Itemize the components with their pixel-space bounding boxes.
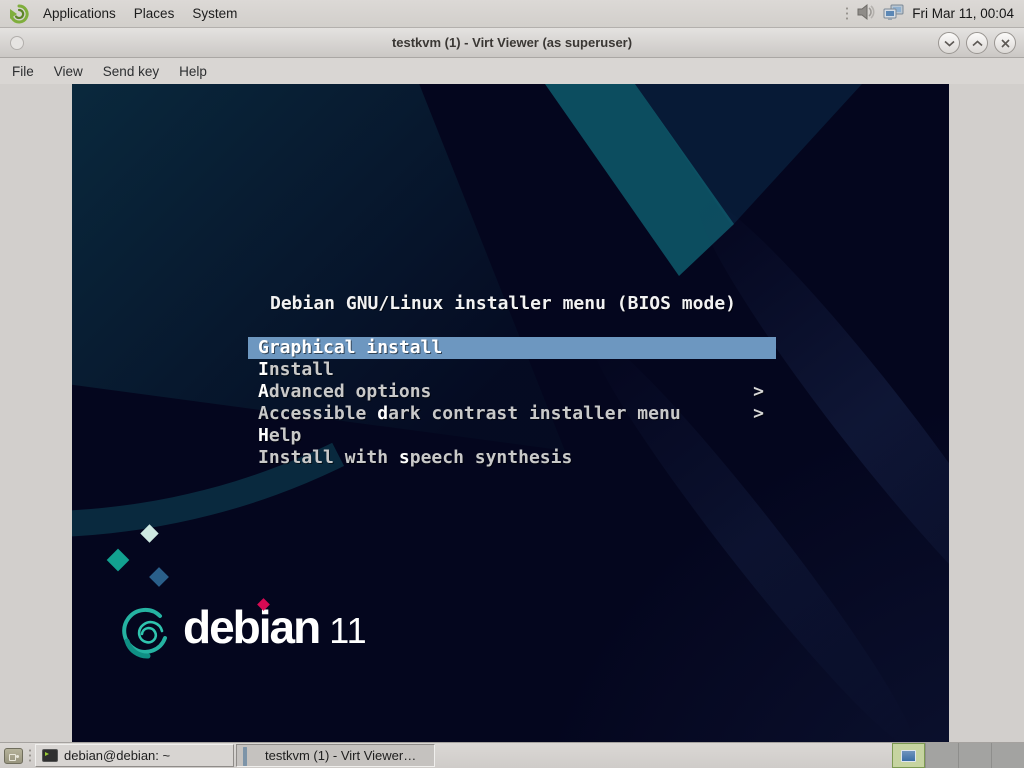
menu-view[interactable]: View bbox=[44, 60, 93, 83]
workspace-3[interactable] bbox=[958, 743, 991, 768]
submenu-arrow-icon: > bbox=[753, 403, 764, 425]
workspace-2[interactable] bbox=[925, 743, 958, 768]
task-button-virt-viewer[interactable]: testkvm (1) - Virt Viewer… bbox=[236, 744, 435, 767]
label-hotkey: H bbox=[258, 425, 269, 446]
menu-send-key[interactable]: Send key bbox=[93, 60, 169, 83]
label-segment: Install with bbox=[258, 447, 399, 468]
close-button[interactable] bbox=[994, 32, 1016, 54]
panel-clock[interactable]: Fri Mar 11, 00:04 bbox=[912, 6, 1018, 21]
virt-viewer-titlebar[interactable]: testkvm (1) - Virt Viewer (as superuser) bbox=[0, 28, 1024, 58]
show-desktop-icon bbox=[4, 748, 23, 764]
window-controls bbox=[938, 32, 1016, 54]
installer-item-label: Accessible dark contrast installer menu bbox=[258, 403, 681, 425]
workspace-switcher bbox=[892, 743, 1024, 768]
monitor-icon bbox=[243, 749, 259, 762]
installer-item-install[interactable]: Install bbox=[248, 359, 776, 381]
label-segment: Accessible bbox=[258, 403, 377, 424]
task-button-terminal[interactable]: debian@debian: ~ bbox=[35, 744, 234, 767]
window-menu-icon[interactable] bbox=[10, 36, 24, 50]
installer-menu-title: Debian GNU/Linux installer menu (BIOS mo… bbox=[270, 293, 736, 314]
maximize-button[interactable] bbox=[966, 32, 988, 54]
menu-applications[interactable]: Applications bbox=[34, 2, 125, 25]
network-icon[interactable] bbox=[883, 3, 905, 24]
menu-file[interactable]: File bbox=[2, 60, 44, 83]
installer-item-help[interactable]: Help bbox=[248, 425, 776, 447]
desktop-taskbar: debian@debian: ~ testkvm (1) - Virt View… bbox=[0, 742, 1024, 768]
menu-system[interactable]: System bbox=[183, 2, 246, 25]
viewer-content-area: Debian GNU/Linux installer menu (BIOS mo… bbox=[0, 84, 1024, 742]
label-segment: raphical install bbox=[269, 337, 442, 358]
logo-version: 11 bbox=[329, 610, 366, 651]
label-segment: ark contrast installer menu bbox=[388, 403, 681, 424]
label-hotkey: A bbox=[258, 381, 269, 402]
installer-item-label: Install with speech synthesis bbox=[258, 447, 572, 469]
task-label: testkvm (1) - Virt Viewer… bbox=[265, 748, 416, 763]
logo-diamond-blue bbox=[149, 567, 169, 587]
menu-help[interactable]: Help bbox=[169, 60, 217, 83]
installer-item-speech-synthesis[interactable]: Install with speech synthesis bbox=[248, 447, 776, 469]
virt-viewer-menubar: File View Send key Help bbox=[0, 58, 1024, 84]
volume-icon[interactable] bbox=[856, 3, 876, 24]
task-label: debian@debian: ~ bbox=[64, 748, 170, 763]
installer-item-graphical-install[interactable]: Graphical install bbox=[248, 337, 776, 359]
workspace-4[interactable] bbox=[991, 743, 1024, 768]
panel-menus: Applications Places System bbox=[34, 2, 246, 25]
debian-swirl-icon bbox=[118, 603, 172, 666]
debian-logo-wordmark: debian11 bbox=[183, 602, 367, 656]
logo-diamond-teal bbox=[107, 549, 130, 572]
menu-places[interactable]: Places bbox=[125, 2, 184, 25]
label-segment: elp bbox=[269, 425, 302, 446]
label-hotkey: d bbox=[377, 403, 388, 424]
vm-display[interactable]: Debian GNU/Linux installer menu (BIOS mo… bbox=[72, 84, 949, 742]
installer-item-label: Advanced options bbox=[258, 381, 431, 403]
taskbar-grip-handle[interactable] bbox=[26, 743, 34, 768]
window-title: testkvm (1) - Virt Viewer (as superuser) bbox=[0, 35, 1024, 50]
label-hotkey: s bbox=[399, 447, 410, 468]
workspace-window-thumb bbox=[901, 750, 916, 762]
installer-menu-list: Graphical install Install Advanced optio… bbox=[248, 337, 776, 469]
panel-tray: Fri Mar 11, 00:04 bbox=[845, 3, 1018, 24]
distro-menu-icon[interactable] bbox=[8, 3, 30, 25]
workspace-1[interactable] bbox=[892, 743, 925, 768]
installer-item-accessible-dark-contrast[interactable]: Accessible dark contrast installer menu … bbox=[248, 403, 776, 425]
label-hotkey: I bbox=[258, 359, 269, 380]
label-segment: nstall bbox=[269, 359, 334, 380]
tray-grip-handle[interactable] bbox=[845, 6, 849, 22]
logo-name: debian bbox=[183, 601, 319, 653]
show-desktop-button[interactable] bbox=[0, 743, 26, 768]
label-segment: dvanced options bbox=[269, 381, 432, 402]
label-segment: peech synthesis bbox=[410, 447, 573, 468]
installer-item-advanced-options[interactable]: Advanced options > bbox=[248, 381, 776, 403]
label-hotkey: G bbox=[258, 337, 269, 358]
submenu-arrow-icon: > bbox=[753, 381, 764, 403]
terminal-icon bbox=[42, 749, 58, 762]
installer-item-label: Install bbox=[258, 359, 334, 381]
desktop-top-panel: Applications Places System Fri Mar 11, 0… bbox=[0, 0, 1024, 28]
installer-item-label: Graphical install bbox=[258, 337, 442, 359]
installer-item-label: Help bbox=[258, 425, 301, 447]
minimize-button[interactable] bbox=[938, 32, 960, 54]
